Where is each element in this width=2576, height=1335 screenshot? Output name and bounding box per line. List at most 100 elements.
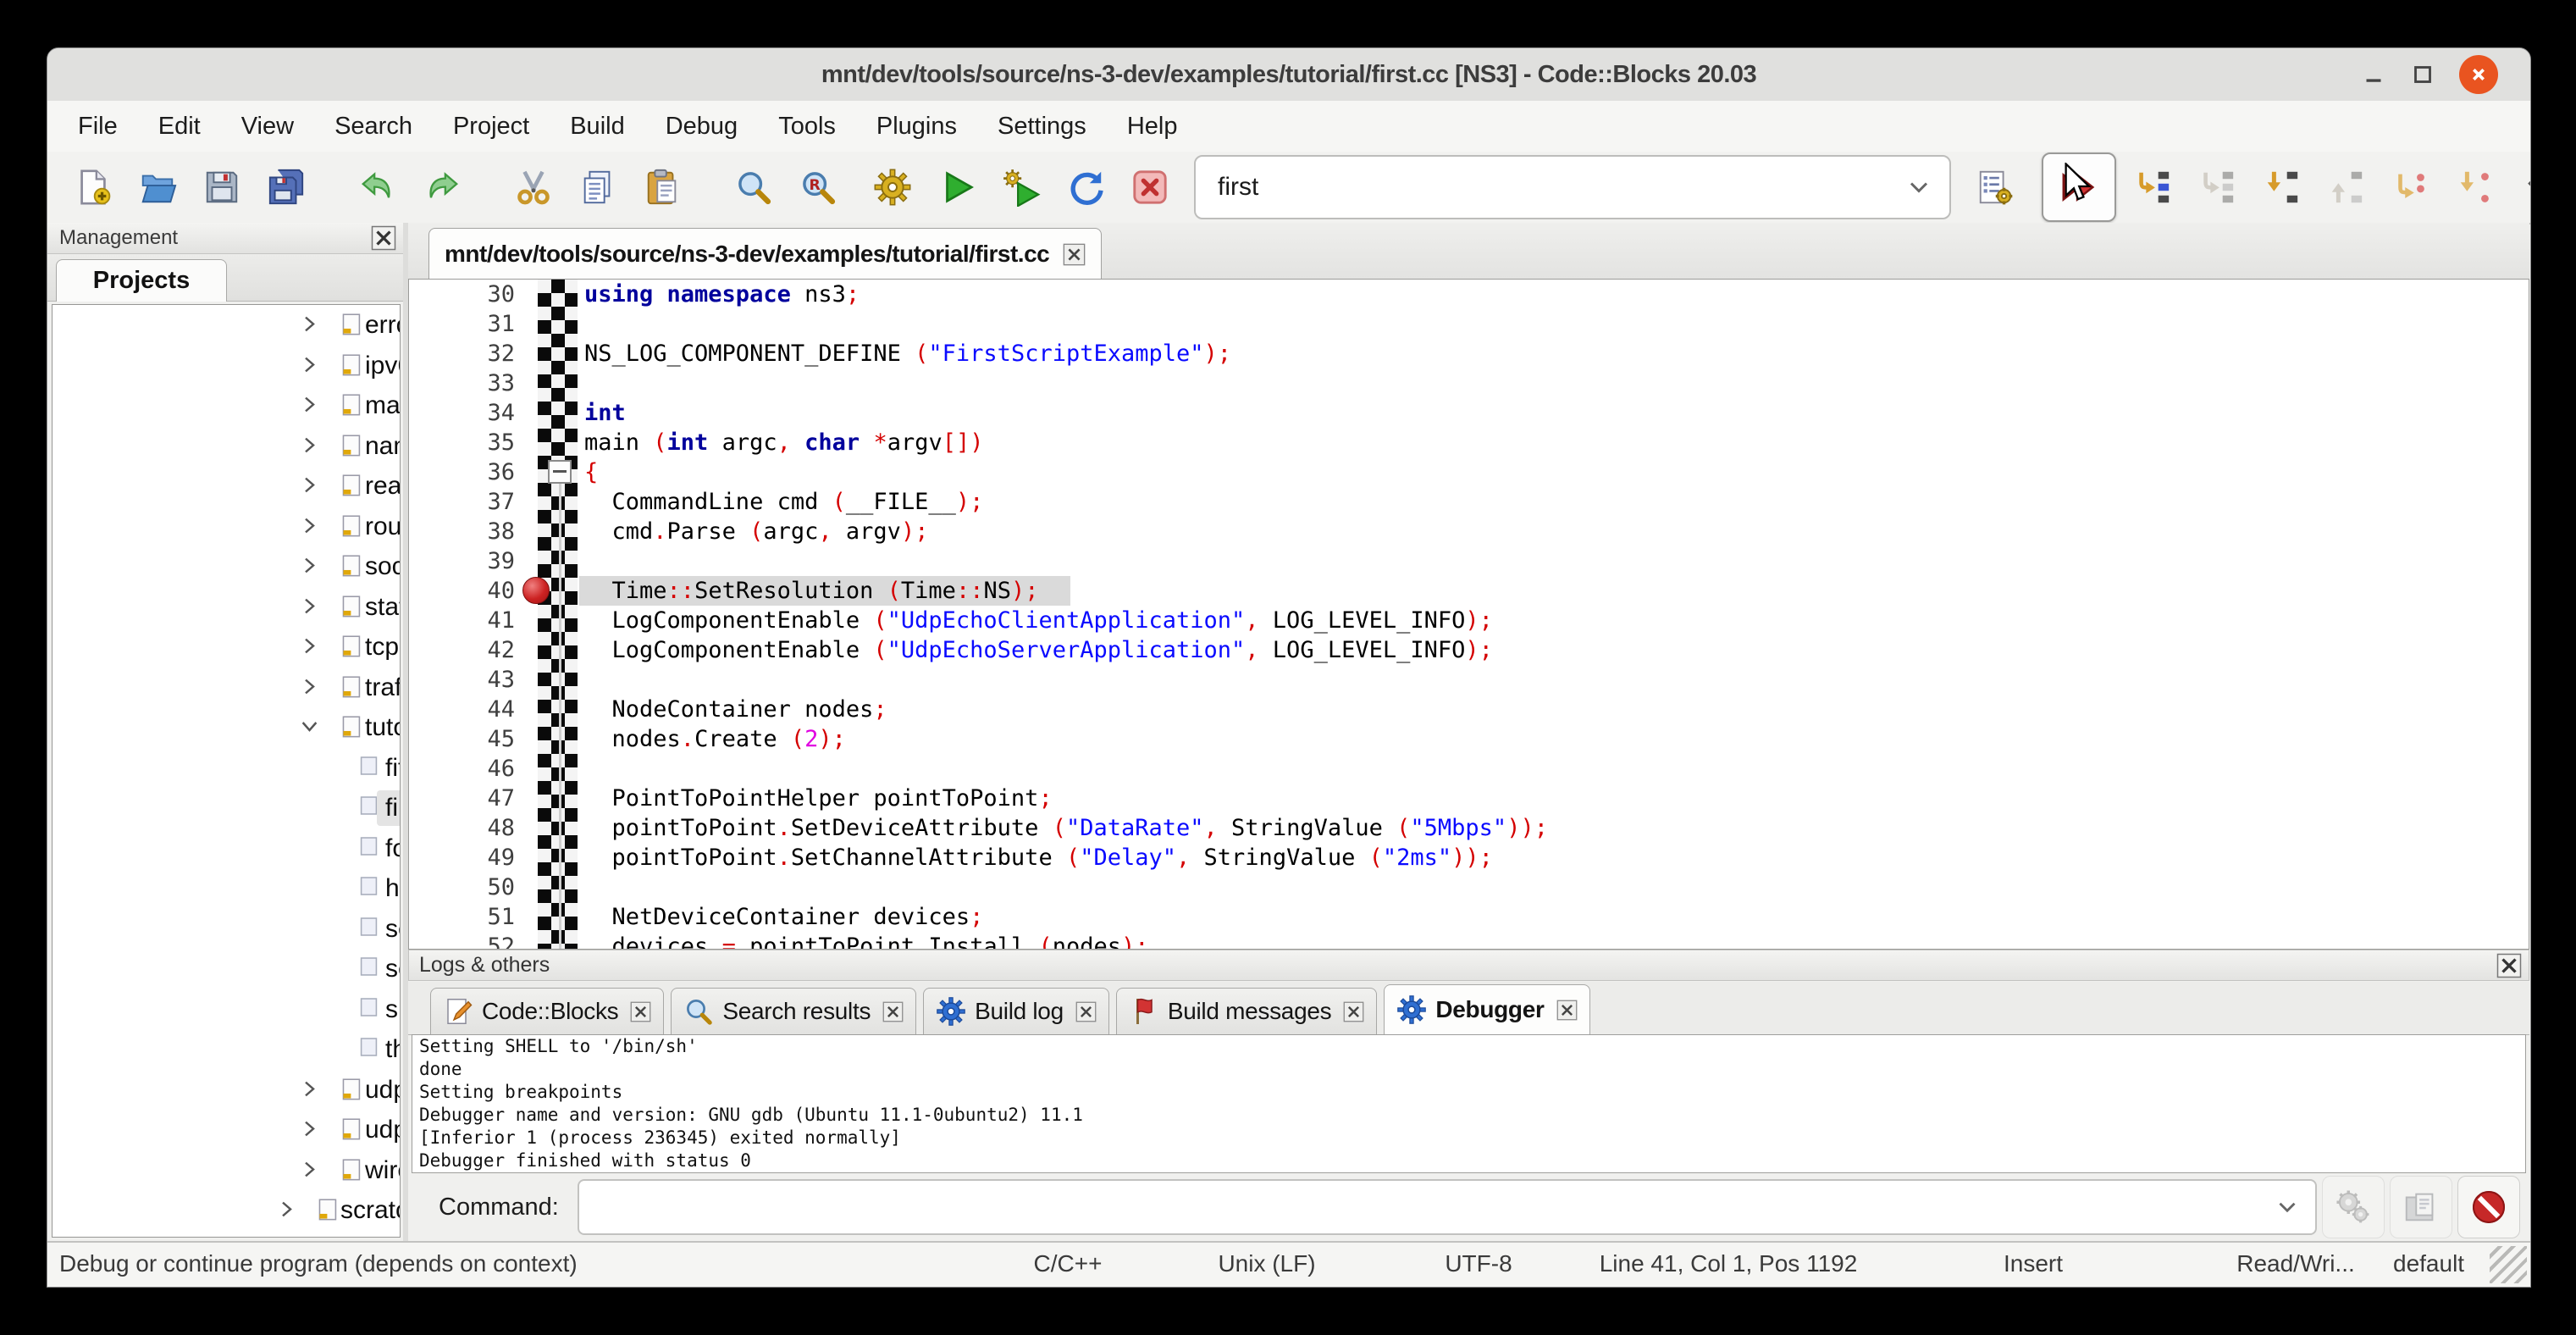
code-line-40[interactable]: 40 Time::SetResolution (Time::NS);	[409, 576, 2529, 606]
chevron-right-icon[interactable]	[298, 514, 321, 537]
tree-item-tcp[interactable]: tcp	[53, 627, 400, 668]
menu-debug[interactable]: Debug	[645, 101, 758, 152]
menu-view[interactable]: View	[221, 101, 314, 152]
compiler-options-icon[interactable]	[1967, 159, 2023, 215]
code-line-46[interactable]: 46	[409, 754, 2529, 784]
fold-collapse-icon[interactable]	[548, 460, 572, 484]
debugger-log[interactable]: Setting SHELL to '/bin/sh'doneSetting br…	[412, 1034, 2526, 1173]
undo-icon[interactable]	[350, 159, 406, 215]
tree-item-stat[interactable]: stat	[53, 587, 400, 628]
stop-debugger-icon[interactable]	[2457, 1176, 2520, 1238]
tree-item-six[interactable]: six	[53, 989, 400, 1030]
chevron-right-icon[interactable]	[298, 554, 321, 577]
code-line-37[interactable]: 37 CommandLine cmd (__FILE__);	[409, 487, 2529, 517]
log-tab-search-results[interactable]: Search results	[671, 988, 916, 1034]
tree-item-sock[interactable]: sock	[53, 546, 400, 587]
title-bar[interactable]: mnt/dev/tools/source/ns-3-dev/examples/t…	[47, 48, 2530, 102]
save-file-icon[interactable]	[194, 159, 250, 215]
command-input[interactable]	[578, 1179, 2317, 1235]
editor-tab-close-icon[interactable]	[1063, 243, 1086, 266]
code-line-31[interactable]: 31	[409, 309, 2529, 339]
tree-item-fif[interactable]: fif	[53, 748, 400, 789]
log-tab-close-icon[interactable]	[630, 1001, 651, 1022]
tree-item-he[interactable]: he	[53, 868, 400, 909]
menu-search[interactable]: Search	[314, 101, 433, 152]
tree-item-src[interactable]: src	[53, 1231, 400, 1238]
copy-icon[interactable]	[570, 159, 626, 215]
chevron-right-icon[interactable]	[298, 353, 321, 376]
chevron-right-icon[interactable]	[298, 675, 321, 698]
code-line-52[interactable]: 52 devices = pointToPoint.Install (nodes…	[409, 932, 2529, 950]
tree-item-udp[interactable]: udp	[53, 1070, 400, 1111]
code-line-35[interactable]: 35main (int argc, char *argv[])	[409, 428, 2529, 457]
tree-item-tuto[interactable]: tuto	[53, 707, 400, 748]
save-all-icon[interactable]	[258, 159, 314, 215]
code-line-47[interactable]: 47 PointToPointHelper pointToPoint;	[409, 784, 2529, 813]
tree-item-reall[interactable]: reall	[53, 466, 400, 507]
debug-continue-icon[interactable]	[2042, 152, 2116, 222]
cut-icon[interactable]	[506, 159, 561, 215]
tree-item-se[interactable]: se	[53, 949, 400, 989]
run-icon[interactable]	[929, 159, 985, 215]
tree-item-fo[interactable]: fo	[53, 828, 400, 869]
code-editor[interactable]: 30using namespace ns3;3132NS_LOG_COMPONE…	[408, 279, 2529, 950]
code-line-42[interactable]: 42 LogComponentEnable ("UdpEchoServerApp…	[409, 635, 2529, 665]
tree-item-ipv6[interactable]: ipv6	[53, 346, 400, 386]
log-tab-build-log[interactable]: Build log	[923, 988, 1109, 1034]
step-into-instruction-icon[interactable]	[2446, 159, 2502, 215]
log-tab-build-messages[interactable]: Build messages	[1116, 988, 1377, 1034]
logs-close-icon[interactable]	[2496, 953, 2522, 978]
abort-build-icon[interactable]	[1122, 159, 1178, 215]
menu-help[interactable]: Help	[1107, 101, 1198, 152]
editor-tab-first-cc[interactable]: mnt/dev/tools/source/ns-3-dev/examples/t…	[428, 228, 1102, 280]
command-dropdown-chevron-icon[interactable]	[2273, 1193, 2302, 1226]
run-to-cursor-icon[interactable]	[2125, 159, 2181, 215]
tree-item-traf[interactable]: traf	[53, 668, 400, 708]
code-line-38[interactable]: 38 cmd.Parse (argc, argv);	[409, 517, 2529, 546]
chevron-right-icon[interactable]	[298, 1077, 321, 1100]
chevron-right-icon[interactable]	[298, 1117, 321, 1140]
replace-icon[interactable]: R	[790, 159, 846, 215]
maximize-icon[interactable]	[2403, 55, 2442, 94]
tree-item-wire[interactable]: wire	[53, 1150, 400, 1191]
chevron-right-icon[interactable]	[275, 1198, 298, 1221]
tree-item-scratch[interactable]: scratch	[53, 1190, 400, 1231]
code-line-43[interactable]: 43	[409, 665, 2529, 695]
tab-projects[interactable]: Projects	[56, 259, 227, 302]
minimize-icon[interactable]	[2354, 55, 2393, 94]
code-line-45[interactable]: 45 nodes.Create (2);	[409, 724, 2529, 754]
open-file-icon[interactable]	[130, 159, 185, 215]
chevron-right-icon[interactable]	[298, 1158, 321, 1181]
code-line-50[interactable]: 50	[409, 872, 2529, 902]
build-and-run-icon[interactable]	[993, 159, 1049, 215]
code-line-33[interactable]: 33	[409, 368, 2529, 398]
code-line-49[interactable]: 49 pointToPoint.SetChannelAttribute ("De…	[409, 843, 2529, 872]
log-tab-close-icon[interactable]	[1556, 1000, 1578, 1021]
rebuild-icon[interactable]	[1058, 159, 1114, 215]
new-file-icon[interactable]	[65, 159, 121, 215]
log-tab-debugger[interactable]: Debugger	[1384, 984, 1589, 1034]
code-line-34[interactable]: 34int	[409, 398, 2529, 428]
code-line-32[interactable]: 32NS_LOG_COMPONENT_DEFINE ("FirstScriptE…	[409, 339, 2529, 368]
project-tree[interactable]: erroipv6matnamreallroutsockstattcptraftu…	[52, 304, 401, 1238]
code-line-48[interactable]: 48 pointToPoint.SetDeviceAttribute ("Dat…	[409, 813, 2529, 843]
chevron-down-icon[interactable]	[298, 715, 321, 738]
chevron-right-icon[interactable]	[298, 434, 321, 457]
resize-grip[interactable]	[2490, 1246, 2527, 1283]
tree-item-mat[interactable]: mat	[53, 385, 400, 426]
menu-project[interactable]: Project	[433, 101, 550, 152]
chevron-right-icon[interactable]	[298, 474, 321, 496]
log-tab-close-icon[interactable]	[1075, 1001, 1097, 1022]
code-line-51[interactable]: 51 NetDeviceContainer devices;	[409, 902, 2529, 932]
build-target-combo[interactable]: first	[1194, 155, 1951, 219]
chevron-right-icon[interactable]	[298, 595, 321, 618]
build-icon[interactable]	[865, 159, 920, 215]
tree-item-erro[interactable]: erro	[53, 305, 400, 346]
close-icon[interactable]	[2459, 55, 2498, 94]
log-tab-code-blocks[interactable]: Code::Blocks	[430, 988, 664, 1034]
code-line-44[interactable]: 44 NodeContainer nodes;	[409, 695, 2529, 724]
code-line-30[interactable]: 30using namespace ns3;	[409, 280, 2529, 309]
code-line-41[interactable]: 41 LogComponentEnable ("UdpEchoClientApp…	[409, 606, 2529, 635]
menu-file[interactable]: File	[58, 101, 138, 152]
tree-item-rout[interactable]: rout	[53, 507, 400, 547]
